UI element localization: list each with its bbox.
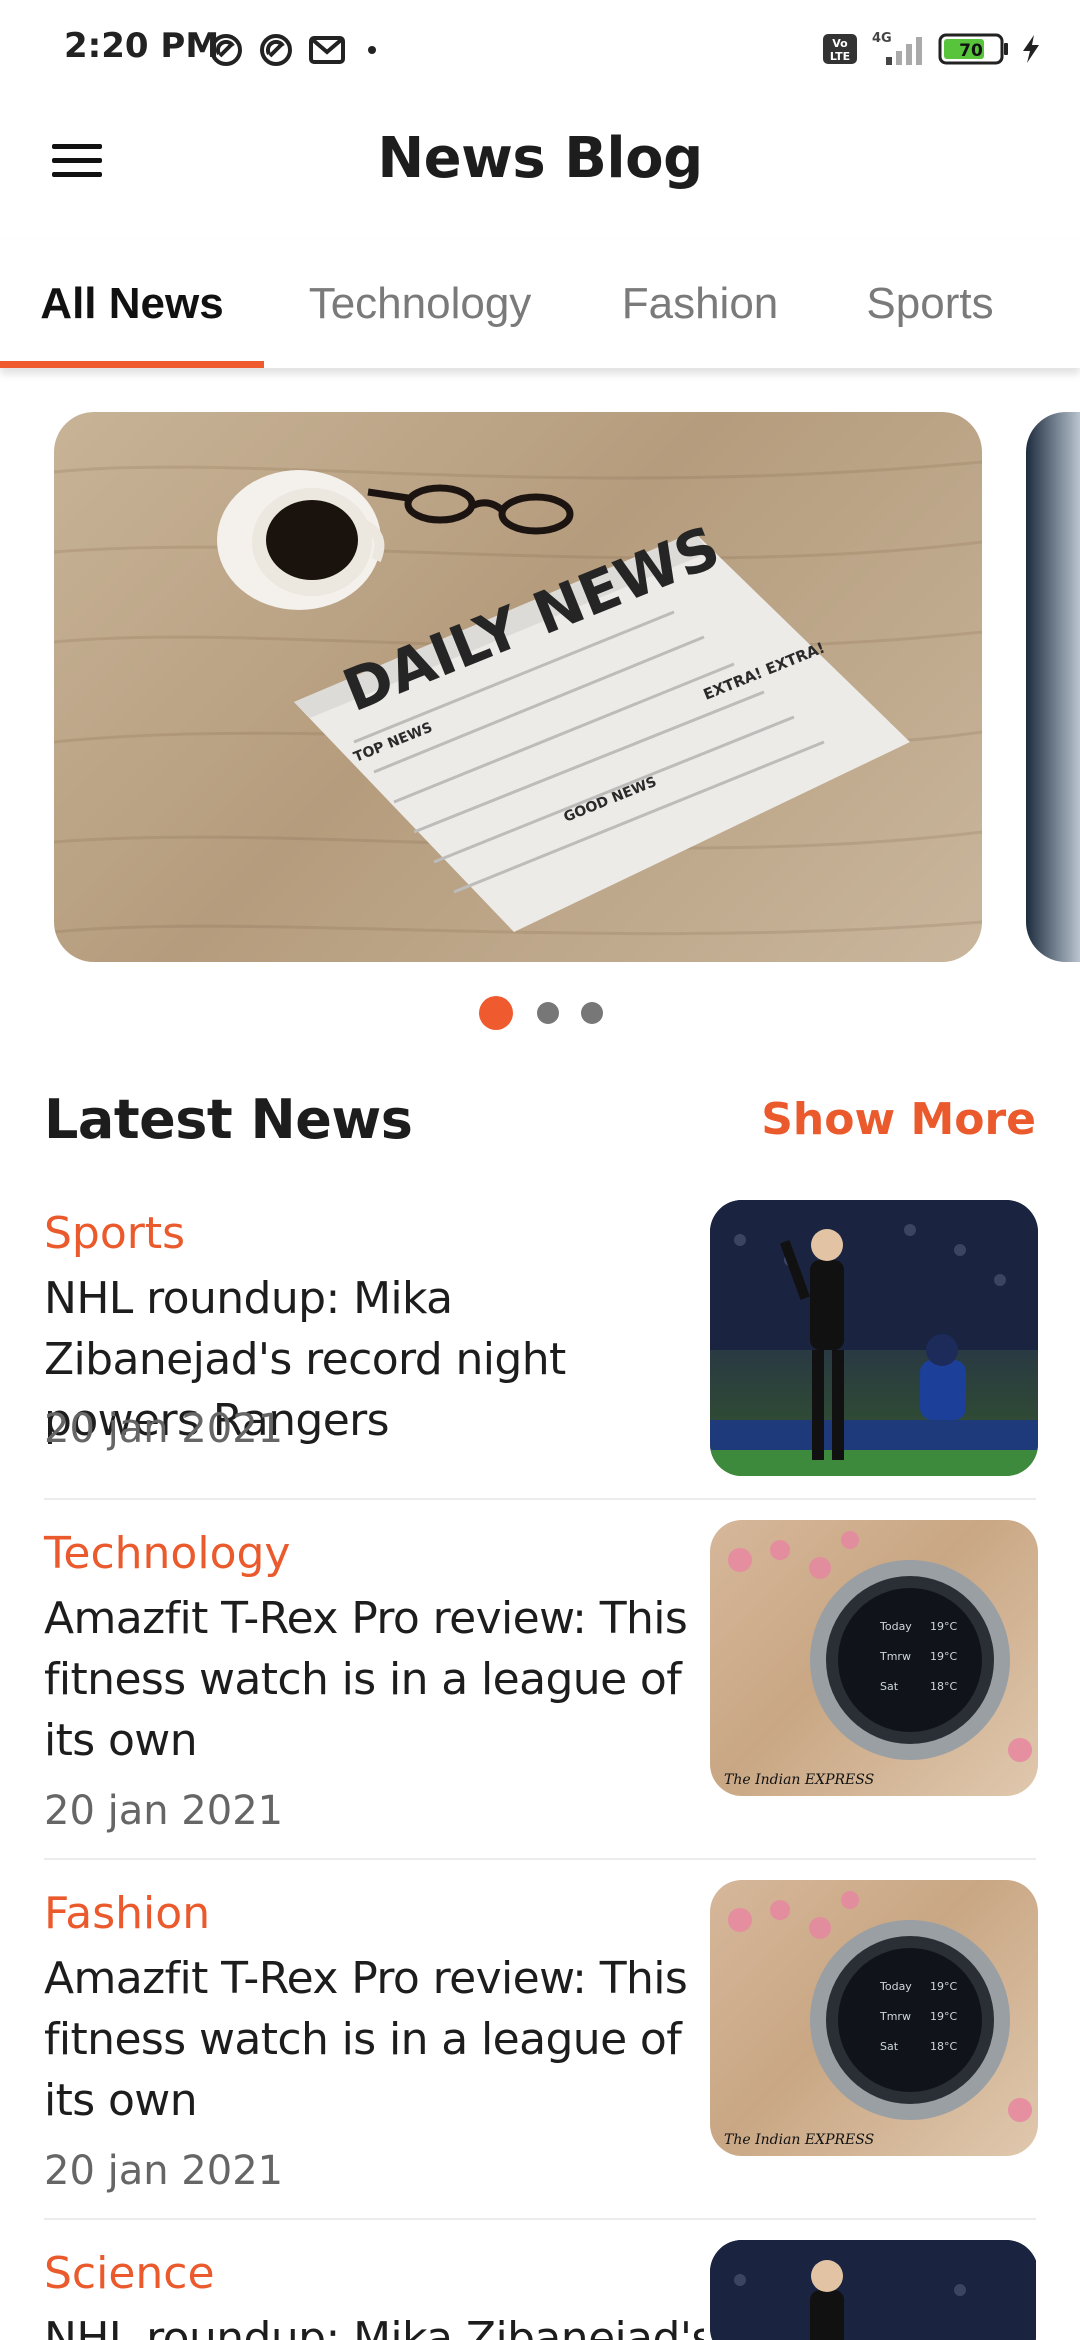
signal-ring-icon	[260, 34, 292, 66]
carousel-indicator	[0, 996, 1080, 1030]
latest-news-title: Latest News	[44, 1088, 413, 1151]
news-category: Sports	[44, 1208, 186, 1259]
tab-sports[interactable]: Sports	[840, 240, 1020, 368]
svg-text:19°C: 19°C	[930, 1980, 957, 1993]
svg-text:Today: Today	[879, 1620, 912, 1633]
smartwatch-image: Today 19°C Tmrw 19°C Sat 18°C The Indian EX…	[724, 1531, 1032, 1788]
news-list-item[interactable]: Science NHL roundup: Mika Zibanejad's	[44, 2240, 1036, 2340]
news-list-item[interactable]: Technology Amazfit T-Rex Pro review: Thi…	[44, 1520, 1038, 1860]
svg-text:18°C: 18°C	[930, 1680, 957, 1693]
app-bar: News Blog	[0, 100, 1080, 220]
dot-icon	[368, 46, 376, 54]
status-system-icons: Vo LTE 4G 70	[822, 28, 1042, 70]
news-divider	[44, 1858, 1036, 1860]
cellular-signal-icon: 4G	[872, 31, 922, 65]
svg-text:Today: Today	[879, 1980, 912, 1993]
svg-text:Vo: Vo	[832, 37, 848, 50]
latest-news-header: Latest News Show More	[44, 1080, 1036, 1160]
svg-text:19°C: 19°C	[930, 2010, 957, 2023]
svg-text:Sat: Sat	[880, 1680, 899, 1693]
active-tab-indicator	[0, 361, 264, 368]
news-date: 20 jan 2021	[44, 1406, 284, 1452]
signal-ring-icon	[210, 34, 242, 66]
thumbnail-watermark: The Indian EXPRESS	[724, 2132, 874, 2148]
carousel-slide-next[interactable]	[1026, 412, 1080, 962]
carousel-dot-3[interactable]	[581, 1002, 603, 1024]
tab-technology[interactable]: Technology	[280, 240, 560, 368]
category-tabs: All News Technology Fashion Sports	[0, 240, 1080, 368]
news-category: Science	[44, 2248, 215, 2299]
battery-level: 70	[959, 41, 983, 61]
news-thumbnail	[710, 1200, 1038, 1476]
status-time: 2:20 PM	[64, 26, 220, 66]
news-category: Technology	[44, 1528, 291, 1579]
carousel-slide-daily-news[interactable]: DAILY NEWS TOP NEWS EXTRA! EXTRA! GOOD N…	[54, 412, 982, 962]
news-list-item[interactable]: Fashion Amazfit T-Rex Pro review: This f…	[44, 1880, 1038, 2220]
smartwatch-image: Today 19°C Tmrw 19°C Sat 18°C The Indian EX…	[724, 1891, 1032, 2148]
news-headline: NHL roundup: Mika Zibanejad's	[44, 2313, 704, 2340]
status-bar: 2:20 PM Vo LTE 4G 70	[0, 0, 1080, 100]
battery-icon: 70	[938, 33, 1008, 65]
news-thumbnail: Today 19°C Tmrw 19°C Sat 18°C The Indian EX…	[710, 1520, 1038, 1796]
svg-text:Tmrw: Tmrw	[879, 2010, 911, 2023]
gmail-icon	[309, 36, 345, 64]
carousel-dot-1[interactable]	[479, 996, 513, 1030]
featured-carousel[interactable]: DAILY NEWS TOP NEWS EXTRA! EXTRA! GOOD N…	[0, 412, 1080, 964]
svg-text:19°C: 19°C	[930, 1650, 957, 1663]
news-divider	[44, 2218, 1036, 2220]
app-title: News Blog	[377, 126, 703, 191]
news-date: 20 jan 2021	[44, 1788, 284, 1834]
volte-icon: Vo LTE	[823, 34, 857, 64]
tab-fashion[interactable]: Fashion	[590, 240, 810, 368]
news-headline: Amazfit T-Rex Pro review: This fitness w…	[44, 1593, 688, 1766]
charging-bolt-icon	[1023, 35, 1039, 63]
status-notification-icons	[208, 30, 384, 70]
cricket-player-image	[710, 1200, 1038, 1476]
carousel-dot-2[interactable]	[537, 1002, 559, 1024]
svg-text:19°C: 19°C	[930, 1620, 957, 1633]
svg-text:LTE: LTE	[830, 50, 850, 63]
daily-news-image: DAILY NEWS TOP NEWS EXTRA! EXTRA! GOOD N…	[54, 460, 982, 936]
svg-text:18°C: 18°C	[930, 2040, 957, 2053]
cricket-player-image	[710, 2240, 1036, 2340]
news-category: Fashion	[44, 1888, 211, 1939]
news-list-item[interactable]: Sports NHL roundup: Mika Zibanejad's rec…	[44, 1200, 1038, 1500]
thumbnail-watermark: The Indian EXPRESS	[724, 1772, 874, 1788]
svg-text:Tmrw: Tmrw	[879, 1650, 911, 1663]
network-type-label: 4G	[872, 31, 892, 46]
news-thumbnail	[710, 2240, 1036, 2340]
news-thumbnail: Today 19°C Tmrw 19°C Sat 18°C The Indian EX…	[710, 1880, 1038, 2156]
svg-text:Sat: Sat	[880, 2040, 899, 2053]
news-date: 20 jan 2021	[44, 2148, 284, 2194]
show-more-link[interactable]: Show More	[761, 1094, 1036, 1145]
tab-all-news[interactable]: All News	[0, 240, 264, 368]
news-headline: Amazfit T-Rex Pro review: This fitness w…	[44, 1953, 688, 2126]
news-divider	[44, 1498, 1036, 1500]
